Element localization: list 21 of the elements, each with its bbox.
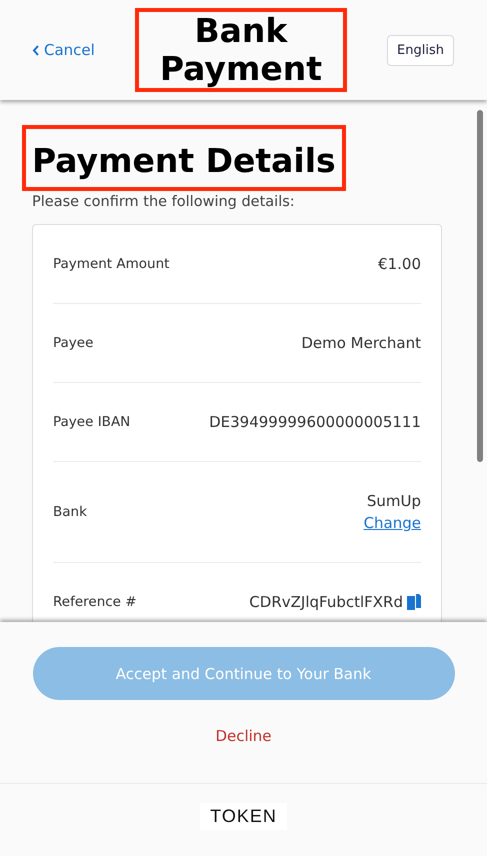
page-title: Bank Payment [134,8,347,92]
copy-icon[interactable] [407,594,421,610]
detail-value: DE39499999600000005111 [209,413,421,431]
language-button[interactable]: English [387,34,454,66]
detail-value: €1.00 [378,255,421,273]
bank-name: SumUp [366,492,421,510]
detail-label: Reference # [53,594,137,610]
cancel-link[interactable]: Cancel [32,41,95,59]
chevron-left-icon [32,44,40,56]
detail-label: Payment Amount [53,256,170,272]
detail-label: Payee [53,335,94,351]
brand-logo: TOKEN [200,803,287,830]
scrollbar[interactable] [477,110,483,462]
decline-link[interactable]: Decline [209,726,278,746]
detail-label: Payee IBAN [53,414,130,430]
instruction-text: Please confirm the following details: [32,194,296,210]
detail-value: Demo Merchant [301,334,421,352]
section-heading: Payment Details [22,125,346,191]
change-link[interactable]: Change [364,514,421,532]
detail-label: Bank [53,504,87,520]
detail-value: CDRvZJlqFubctlFXRd [249,593,403,611]
